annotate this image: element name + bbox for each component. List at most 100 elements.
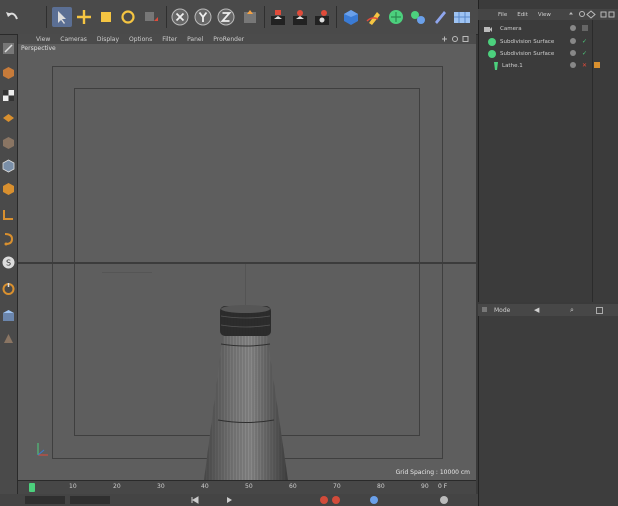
timeline-tick: 30 <box>157 483 165 490</box>
back-arrow-icon[interactable]: ◀ <box>534 306 539 314</box>
recent-tools-icon[interactable] <box>142 7 162 27</box>
transport-bar <box>0 494 478 506</box>
viewport-menu-display[interactable]: Display <box>97 36 119 43</box>
axis-mode-icon[interactable] <box>1 111 16 126</box>
points-mode-icon[interactable] <box>1 135 16 150</box>
object-menu-edit[interactable]: Edit <box>517 12 528 18</box>
object-menu-view[interactable]: View <box>538 12 551 18</box>
viewport-menu-panel[interactable]: Panel <box>187 36 203 43</box>
subdivision-surface-icon <box>488 50 496 58</box>
object-name: Camera <box>500 26 522 32</box>
planar-workplane-icon[interactable] <box>1 309 16 324</box>
subdivision-surface-tool-icon[interactable] <box>386 7 406 27</box>
timeline-playhead[interactable] <box>29 483 35 492</box>
perspective-viewport[interactable]: Perspective Grid Spacing : 10000 cm <box>18 44 476 480</box>
world-axis-gizmo-icon <box>37 443 48 456</box>
x-axis-lock-icon[interactable] <box>170 7 190 27</box>
object-manager-tools[interactable] <box>567 10 615 19</box>
soft-selection-icon[interactable] <box>1 331 16 346</box>
texture-mode-icon[interactable] <box>1 88 16 103</box>
polygons-mode-icon[interactable] <box>1 181 16 196</box>
visibility-dot[interactable] <box>570 25 576 31</box>
current-frame-field[interactable] <box>25 496 65 504</box>
attribute-manager-panel <box>478 304 618 506</box>
camera-icon <box>484 27 492 32</box>
subdivision-surface-icon <box>488 38 496 46</box>
snap-icon[interactable]: S <box>1 255 16 270</box>
visibility-dot[interactable] <box>570 38 576 44</box>
enabled-check-icon[interactable]: ✓ <box>582 38 587 45</box>
object-name: Subdivision Surface <box>500 39 555 45</box>
render-view-icon[interactable] <box>268 7 288 27</box>
timeline-tick: 60 <box>289 483 297 490</box>
select-tool-icon[interactable] <box>52 7 72 27</box>
viewport-menu-prorender[interactable]: ProRender <box>213 36 244 43</box>
y-axis-lock-icon[interactable] <box>193 7 213 27</box>
motion-options-icon[interactable] <box>440 496 448 504</box>
move-tool-icon[interactable] <box>74 7 94 27</box>
object-row-subdivision-surface[interactable]: Subdivision Surface ✓ <box>478 36 618 48</box>
object-row-subdivision-surface[interactable]: Subdivision Surface ✓ <box>478 48 618 60</box>
object-row-lathe[interactable]: Lathe.1 ✕ <box>478 60 618 72</box>
rotate-tool-icon[interactable] <box>118 7 138 27</box>
render-to-picture-viewer-icon[interactable] <box>290 7 310 27</box>
main-toolbar <box>0 0 478 35</box>
timeline-tick: 70 <box>333 483 341 490</box>
object-name: Lathe.1 <box>502 63 523 69</box>
left-tool-palette: S <box>0 35 18 506</box>
locked-workplane-icon[interactable] <box>1 281 16 296</box>
attribute-manager-toolbar: Mode ◀ ⌕ <box>478 304 618 316</box>
tweak-mode-icon[interactable] <box>1 231 16 246</box>
viewport-menu-view[interactable]: View <box>36 36 50 43</box>
camera-tag-icon[interactable] <box>582 25 588 31</box>
floor-scene-icon[interactable] <box>452 7 472 27</box>
visibility-dot[interactable] <box>570 62 576 68</box>
z-axis-lock-icon[interactable] <box>216 7 236 27</box>
enabled-check-icon[interactable]: ✓ <box>582 50 587 57</box>
deformer-icon[interactable] <box>430 7 450 27</box>
keyframe-selection-icon[interactable] <box>370 496 378 504</box>
attribute-mode-menu[interactable]: Mode <box>494 307 510 314</box>
object-menu-file[interactable]: File <box>498 12 507 18</box>
lock-icon[interactable] <box>596 307 603 314</box>
undo-icon[interactable] <box>2 7 22 27</box>
timeline-tick: 90 <box>421 483 429 490</box>
viewport-menu-options[interactable]: Options <box>129 36 152 43</box>
material-tag-icon[interactable] <box>594 62 600 68</box>
timeline-tick: 80 <box>377 483 385 490</box>
viewport-menu-filter[interactable]: Filter <box>162 36 177 43</box>
cube-object-icon[interactable] <box>341 7 361 27</box>
timeline-end-frame: 0 F <box>438 483 448 490</box>
autokey-icon[interactable] <box>332 496 340 504</box>
record-icon[interactable] <box>320 496 328 504</box>
lathe-icon <box>494 62 498 70</box>
spline-pen-icon[interactable] <box>364 7 384 27</box>
bottle-model[interactable] <box>18 44 476 480</box>
edges-mode-icon[interactable] <box>1 158 16 173</box>
disabled-x-icon[interactable]: ✕ <box>582 62 587 69</box>
svg-text:S: S <box>6 259 11 268</box>
panel-grip-icon <box>482 307 487 312</box>
timeline-tick: 10 <box>69 483 77 490</box>
object-row-camera[interactable]: Camera <box>478 23 618 35</box>
scale-tool-icon[interactable] <box>96 7 116 27</box>
play-icon[interactable] <box>224 496 234 504</box>
timeline-tick: 20 <box>113 483 121 490</box>
visibility-dot[interactable] <box>570 50 576 56</box>
timeline-tick: 50 <box>245 483 253 490</box>
model-mode-icon[interactable] <box>1 65 16 80</box>
timeline-tick: 40 <box>201 483 209 490</box>
viewport-menu-cameras[interactable]: Cameras <box>60 36 87 43</box>
cloner-icon[interactable] <box>408 7 428 27</box>
workplane-icon[interactable] <box>1 207 16 222</box>
search-icon[interactable]: ⌕ <box>570 306 574 315</box>
timeline-ruler[interactable]: 10 20 30 40 50 60 70 80 90 0 F <box>18 480 476 495</box>
make-editable-icon[interactable] <box>1 41 16 56</box>
coordinate-system-icon[interactable] <box>240 7 260 27</box>
viewport-nav-icons[interactable] <box>440 35 474 43</box>
go-to-start-icon[interactable] <box>190 496 200 504</box>
object-name: Subdivision Surface <box>500 51 555 57</box>
render-settings-icon[interactable] <box>312 7 332 27</box>
start-frame-field[interactable] <box>70 496 110 504</box>
grid-spacing-label: Grid Spacing : 10000 cm <box>395 469 470 476</box>
